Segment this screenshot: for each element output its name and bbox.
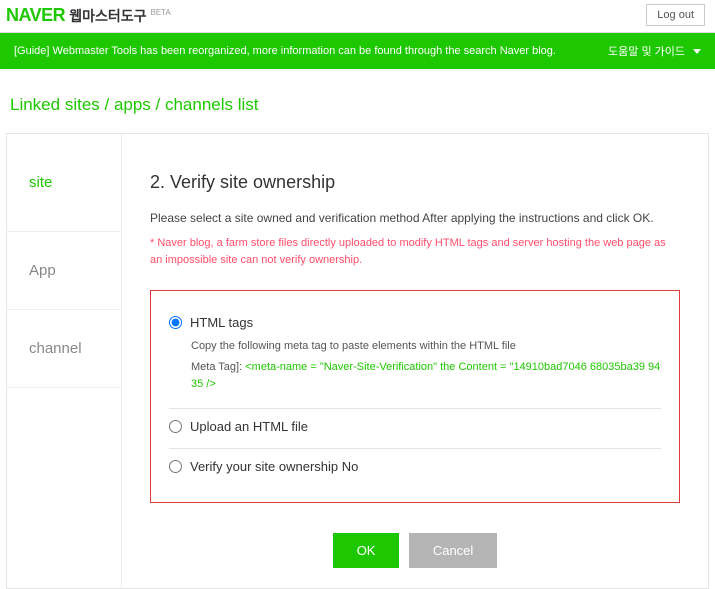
button-row: OK Cancel [150,533,680,568]
tab-channel[interactable]: channel [7,310,121,388]
instruction-text: Please select a site owned and verificat… [150,211,680,225]
beta-badge: BETA [150,8,170,17]
warning-text: * Naver blog, a farm store files directl… [150,235,680,268]
help-guide-label: 도움말 및 가이드 [608,43,685,59]
meta-tag-label: Meta Tag]: [191,361,242,373]
ok-button[interactable]: OK [333,533,400,568]
meta-tag-value: Meta Tag]: <meta-name = "Naver-Site-Veri… [191,359,661,394]
header: NAVER 웹마스터도구 BETA Log out [0,0,715,33]
logout-button[interactable]: Log out [646,4,705,26]
radio-upload-file[interactable]: Upload an HTML file [169,419,661,434]
html-tags-desc: Copy the following meta tag to paste ele… [191,338,661,355]
meta-tag-code: <meta-name = "Naver-Site-Verification" t… [191,361,660,391]
radio-html-tags[interactable]: HTML tags [169,315,661,330]
section-title: 2. Verify site ownership [150,172,680,193]
radio-verify-no-label: Verify your site ownership No [190,459,358,474]
radio-verify-no-input[interactable] [169,460,182,473]
banner-text: [Guide] Webmaster Tools has been reorgan… [14,45,556,57]
option-upload-file: Upload an HTML file [169,409,661,449]
verification-options-box: HTML tags Copy the following meta tag to… [150,290,680,503]
radio-html-tags-input[interactable] [169,316,182,329]
radio-html-tags-label: HTML tags [190,315,253,330]
radio-upload-file-label: Upload an HTML file [190,419,308,434]
logo-subtitle: 웹마스터도구 [69,6,146,26]
cancel-button[interactable]: Cancel [409,533,497,568]
radio-verify-no[interactable]: Verify your site ownership No [169,459,661,474]
sidebar: site App channel [7,134,122,588]
guide-banner: [Guide] Webmaster Tools has been reorgan… [0,33,715,69]
radio-upload-file-input[interactable] [169,420,182,433]
chevron-down-icon [689,45,701,57]
tab-app[interactable]: App [7,232,121,310]
header-left: NAVER 웹마스터도구 BETA [6,5,171,26]
main-panel: site App channel 2. Verify site ownershi… [6,133,709,589]
option-verify-no: Verify your site ownership No [169,449,661,488]
help-guide-link[interactable]: 도움말 및 가이드 [608,43,701,59]
tab-site[interactable]: site [7,134,121,232]
breadcrumb: Linked sites / apps / channels list [0,69,715,133]
option-html-tags: HTML tags Copy the following meta tag to… [169,305,661,409]
content: 2. Verify site ownership Please select a… [122,134,708,588]
logo: NAVER [6,5,65,26]
